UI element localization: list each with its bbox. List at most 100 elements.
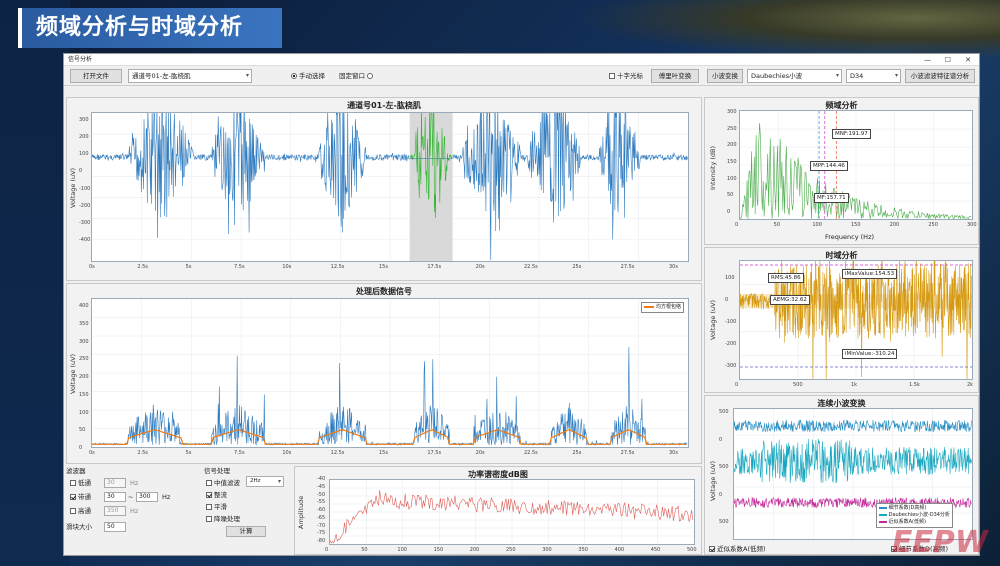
envelope-legend: 均方根包络 bbox=[641, 302, 684, 313]
freq-ytick: 0 bbox=[727, 209, 731, 215]
psd-ylabel: Amplitude bbox=[297, 495, 305, 529]
raw-xtick: 25s bbox=[572, 264, 582, 270]
wavelet-order-value: D34 bbox=[850, 72, 864, 80]
checkbox-icon bbox=[206, 480, 212, 486]
processed-signal-svg bbox=[92, 299, 688, 447]
highpass-input[interactable]: 350 bbox=[104, 506, 126, 516]
freq-xlabel: Frequency (Hz) bbox=[825, 233, 875, 241]
proc-xtick: 7.5s bbox=[234, 450, 245, 456]
raw-xtick: 5s bbox=[185, 264, 192, 270]
freq-ytick: 300 bbox=[727, 109, 737, 115]
wavelet-family-select[interactable]: Daubechies小波 ▾ bbox=[747, 69, 842, 83]
legend-swatch bbox=[879, 520, 887, 523]
highpass-checkbox[interactable]: 高通 bbox=[70, 506, 91, 516]
fixed-window-label: 固定窗口 bbox=[339, 72, 365, 80]
proc-xtick: 5s bbox=[185, 450, 192, 456]
time-ytick: -100 bbox=[725, 319, 737, 325]
psd-ytick: -40 bbox=[317, 476, 326, 482]
window-size-input[interactable]: 50 bbox=[104, 522, 126, 532]
notch-freq-select[interactable]: 2Hz ▾ bbox=[246, 476, 284, 487]
psd-ytick: -75 bbox=[317, 530, 326, 537]
aemg-annotation: AEMG:32.62 bbox=[770, 295, 810, 305]
psd-xtick: 150 bbox=[433, 547, 444, 553]
manual-select-radio[interactable]: 手动选择 bbox=[291, 71, 325, 81]
proc-ytick: 250 bbox=[79, 356, 89, 363]
max-annotation: iMaxValue:154.53 bbox=[842, 269, 898, 279]
rectify-label: 整流 bbox=[214, 491, 227, 499]
bandpass-label: 带通 bbox=[78, 493, 91, 501]
proc-ytick: 350 bbox=[79, 320, 89, 327]
compute-button[interactable]: 计算 bbox=[226, 526, 266, 537]
smooth-checkbox[interactable]: 平滑 bbox=[206, 502, 227, 512]
lowpass-unit: Hz bbox=[130, 479, 139, 487]
channel-select[interactable]: 通道号01-左-肱桡肌 ▾ bbox=[128, 69, 252, 83]
bandpass-high-input[interactable]: 300 bbox=[136, 492, 158, 502]
show-approx-checkbox[interactable]: 近似系数A(低频) bbox=[709, 544, 766, 554]
wavelet-button[interactable]: 小波变换 bbox=[707, 69, 743, 83]
channel-select-value: 通道号01-左-肱桡肌 bbox=[132, 72, 191, 80]
smooth-label: 平滑 bbox=[214, 503, 227, 511]
radio-icon bbox=[291, 73, 297, 79]
bandpass-low-input[interactable]: 30 bbox=[104, 492, 126, 502]
wavelet-plot[interactable]: 细节系数(D高频) Daubechies小波-D34分析 近似系数A(低频) bbox=[733, 408, 973, 540]
fixed-window-radio[interactable]: 固定窗口 bbox=[339, 71, 375, 81]
close-icon[interactable]: ✕ bbox=[965, 54, 971, 66]
time-analysis-panel: 时域分析 Voltage (uV) 100 0 -100 -200 -300 RMS:4… bbox=[704, 247, 979, 393]
open-file-button[interactable]: 打开文件 bbox=[70, 69, 122, 83]
bandpass-checkbox[interactable]: 带通 bbox=[70, 492, 91, 502]
bandpass-tilde: ~ bbox=[128, 493, 134, 501]
proc-xtick: 27.5s bbox=[620, 450, 635, 456]
envelope-legend-label: 均方根包络 bbox=[655, 304, 681, 310]
time-xtick: 2k bbox=[967, 382, 974, 388]
maximize-icon[interactable]: ☐ bbox=[945, 54, 951, 66]
raw-signal-panel: 通道号01-左-肱桡肌 Voltage (uV) 300 200 100 0 -100 -… bbox=[66, 97, 702, 281]
freq-xtick: 50 bbox=[773, 222, 781, 228]
mnf-annotation: MNF:191.97 bbox=[832, 129, 871, 139]
checkbox-icon bbox=[609, 73, 615, 79]
wavelet-order-select[interactable]: D34 ▾ bbox=[846, 69, 901, 83]
detrend-checkbox[interactable]: 降噪处理 bbox=[206, 514, 240, 524]
proc-xtick: 10s bbox=[282, 450, 292, 456]
freq-ylabel: Intensity (dB) bbox=[709, 145, 717, 190]
psd-plot[interactable] bbox=[329, 479, 695, 545]
psd-ytick: -55 bbox=[317, 499, 326, 506]
crosshair-label: 十字光标 bbox=[617, 72, 643, 80]
wave-ytick: 0 bbox=[719, 491, 723, 498]
chevron-down-icon: ▾ bbox=[245, 72, 249, 79]
wavelet-analysis-button[interactable]: 小波滤波特征谱分析 bbox=[905, 69, 975, 83]
lowpass-input[interactable]: 30 bbox=[104, 478, 126, 488]
toolbar: 打开文件 通道号01-左-肱桡肌 ▾ 手动选择 固定窗口 十字光标 傅里叶变换 小… bbox=[64, 66, 979, 86]
chevron-down-icon: ▾ bbox=[894, 72, 898, 79]
legend-swatch bbox=[879, 506, 887, 509]
raw-signal-plot[interactable] bbox=[91, 112, 689, 262]
psd-xtick: 400 bbox=[614, 547, 625, 553]
chevron-down-icon: ▾ bbox=[277, 478, 281, 485]
time-ytick: 100 bbox=[725, 275, 735, 281]
window-titlebar: 信号分析 — ☐ ✕ bbox=[64, 54, 979, 66]
proc-ytick: 300 bbox=[79, 338, 89, 345]
rectify-checkbox[interactable]: 整流 bbox=[206, 490, 227, 500]
bandpass-unit: Hz bbox=[162, 493, 171, 501]
notch-checkbox[interactable]: 中值滤波 bbox=[206, 478, 240, 488]
minimize-icon[interactable]: — bbox=[924, 54, 931, 66]
processed-signal-plot[interactable]: 均方根包络 bbox=[91, 298, 689, 448]
freq-analysis-panel: 频域分析 Intensity (dB) 300 250 200 150 100 50 0 M… bbox=[704, 97, 979, 245]
chevron-down-icon: ▾ bbox=[835, 72, 839, 79]
psd-svg bbox=[330, 480, 694, 544]
wave-ytick: 500 bbox=[719, 519, 729, 525]
manual-select-label: 手动选择 bbox=[299, 72, 325, 80]
psd-xtick: 200 bbox=[469, 547, 480, 553]
time-xtick: 500 bbox=[793, 382, 803, 388]
psd-xtick: 350 bbox=[578, 547, 588, 553]
psd-xtick: 500 bbox=[687, 547, 697, 553]
freq-plot[interactable]: MNF:191.97 MPF:144.46 MF:157.71 bbox=[739, 110, 973, 220]
wave-ytick: 500 bbox=[719, 409, 729, 415]
lowpass-checkbox[interactable]: 低通 bbox=[70, 478, 91, 488]
checkbox-icon bbox=[206, 504, 212, 510]
min-annotation: iMinValue:-310.24 bbox=[842, 349, 898, 359]
crosshair-checkbox[interactable]: 十字光标 bbox=[609, 71, 643, 81]
fft-button[interactable]: 傅里叶变换 bbox=[651, 69, 699, 83]
proc-ytick: 150 bbox=[79, 391, 89, 398]
raw-xtick: 30s bbox=[669, 264, 678, 270]
time-plot[interactable]: RMS:45.86 AEMG:32.62 iMaxValue:154.53 iM… bbox=[739, 260, 973, 380]
